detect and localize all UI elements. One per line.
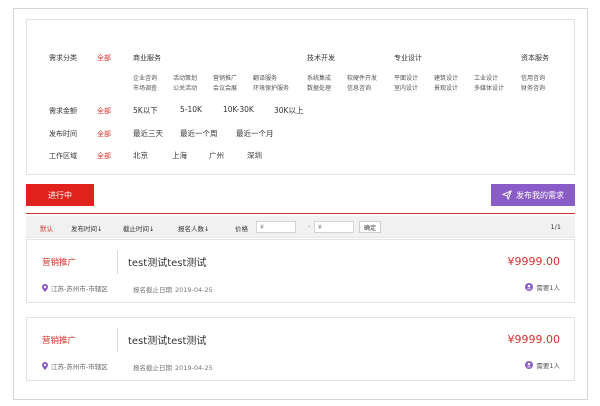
amount-option[interactable]: 10K-30K	[223, 105, 254, 114]
listing-title[interactable]: test测试test测试	[128, 254, 206, 269]
filter-category-all[interactable]: 全部	[97, 53, 111, 63]
filter-region-all[interactable]: 全部	[97, 151, 111, 161]
category-item[interactable]: 活动策划	[173, 73, 197, 82]
category-item[interactable]: 信用咨询	[521, 73, 545, 82]
sort-applicants[interactable]: 报名人数↓	[178, 223, 209, 233]
page-frame: 需求分类 全部 商业服务 企业咨询 活动策划 营销推广 翻译服务 市场调查 公关…	[13, 8, 588, 400]
category-item[interactable]: 系统集成	[307, 73, 331, 82]
price-label: 价格	[235, 225, 248, 233]
user-icon	[525, 361, 534, 369]
filter-label-category: 需求分类	[49, 54, 77, 62]
listing-need-text: 需要1人	[536, 284, 560, 292]
price-range-dash: -	[308, 223, 311, 230]
region-option[interactable]: 广州	[209, 150, 224, 161]
sort-bar: 默认 发布时间↓ 截止时间↓ 报名人数↓ 价格 - 确定 1/1	[26, 216, 575, 238]
region-option[interactable]: 深圳	[247, 150, 262, 161]
sort-deadline[interactable]: 截止时间↓	[123, 223, 154, 233]
listing-category: 营销推广	[42, 336, 77, 346]
listing-title[interactable]: test测试test测试	[128, 332, 206, 347]
listing-price: ¥9999.00	[507, 255, 561, 268]
category-group-capital[interactable]: 资本服务	[521, 53, 549, 63]
filter-label-region: 工作区域	[49, 152, 77, 160]
location-pin-icon	[42, 284, 48, 292]
category-item[interactable]: 翻译服务	[253, 73, 277, 82]
listing-location: 江苏-苏州市-市辖区	[42, 283, 108, 293]
filter-panel: 需求分类 全部 商业服务 企业咨询 活动策划 营销推广 翻译服务 市场调查 公关…	[26, 19, 575, 175]
category-item[interactable]: 平面设计	[394, 73, 418, 82]
listing-card[interactable]: 营销推广 test测试test测试 ¥9999.00 江苏-苏州市-市辖区 报名…	[26, 317, 575, 381]
category-group-tech[interactable]: 技术开发	[307, 53, 335, 63]
time-option[interactable]: 最近一个周	[180, 128, 218, 139]
region-option[interactable]: 北京	[133, 150, 148, 161]
category-group-design[interactable]: 专业设计	[394, 53, 422, 63]
listing-price: ¥9999.00	[507, 333, 561, 346]
category-item[interactable]: 信息咨询	[347, 83, 371, 92]
sort-publish-time-label: 发布时间	[71, 225, 97, 233]
category-item[interactable]: 财务咨询	[521, 83, 545, 92]
category-item[interactable]: 数据处理	[307, 83, 331, 92]
divider	[117, 328, 118, 352]
category-item[interactable]: 会议会展	[213, 83, 237, 92]
listing-need: 需要1人	[525, 360, 560, 370]
region-option[interactable]: 上海	[172, 150, 187, 161]
price-max-input[interactable]	[314, 221, 354, 233]
category-item[interactable]: 室内设计	[394, 83, 418, 92]
listing-deadline-label: 报名截止日期	[133, 286, 172, 294]
pagination-indicator: 1/1	[550, 223, 561, 231]
time-option[interactable]: 最近一个月	[236, 128, 274, 139]
publish-demand-label: 发布我的需求	[516, 190, 564, 200]
listing-card[interactable]: 营销推广 test测试test测试 ¥9999.00 江苏-苏州市-市辖区 报名…	[26, 239, 575, 303]
publish-demand-button[interactable]: 发布我的需求	[491, 184, 575, 206]
listing-deadline-label: 报名截止日期	[133, 364, 172, 372]
amount-option[interactable]: 30K以上	[274, 105, 303, 116]
price-min-input[interactable]	[256, 221, 296, 233]
user-icon	[525, 283, 534, 291]
category-item[interactable]: 建筑设计	[434, 73, 458, 82]
sort-arrow-icon: ↓	[97, 225, 103, 233]
category-item[interactable]: 公关活动	[173, 83, 197, 92]
location-pin-icon	[42, 362, 48, 370]
sort-applicants-label: 报名人数	[178, 225, 204, 233]
category-group-business[interactable]: 商业服务	[133, 53, 161, 63]
filter-time-all[interactable]: 全部	[97, 129, 111, 139]
listing-deadline: 报名截止日期 2019-04-25	[133, 362, 213, 372]
category-item[interactable]: 景观设计	[434, 83, 458, 92]
listing-location-text: 江苏-苏州市-市辖区	[51, 363, 108, 371]
listing-need-text: 需要1人	[536, 362, 560, 370]
listing-location-text: 江苏-苏州市-市辖区	[51, 285, 108, 293]
price-confirm-button[interactable]: 确定	[359, 221, 381, 233]
tab-bar: 进行中 发布我的需求	[26, 184, 575, 214]
category-item[interactable]: 市场调查	[133, 83, 157, 92]
amount-option[interactable]: 5K以下	[133, 105, 158, 116]
sort-default[interactable]: 默认	[40, 223, 53, 233]
amount-option[interactable]: 5-10K	[180, 105, 202, 114]
tab-in-progress[interactable]: 进行中	[26, 184, 94, 206]
listing-location: 江苏-苏州市-市辖区	[42, 361, 108, 371]
filter-amount-all[interactable]: 全部	[97, 106, 111, 116]
listing-deadline: 报名截止日期 2019-04-25	[133, 284, 213, 294]
category-item[interactable]: 企业咨询	[133, 73, 157, 82]
category-item[interactable]: 营销推广	[213, 73, 237, 82]
time-option[interactable]: 最近三天	[133, 128, 163, 139]
category-item[interactable]: 多媒体设计	[474, 83, 504, 92]
listing-deadline-date: 2019-04-25	[175, 286, 213, 294]
sort-arrow-icon: ↓	[204, 225, 210, 233]
listing-need: 需要1人	[525, 282, 560, 292]
sort-arrow-icon: ↓	[149, 225, 155, 233]
listing-category: 营销推广	[42, 258, 77, 268]
send-icon	[502, 190, 512, 200]
listing-deadline-date: 2019-04-25	[175, 364, 213, 372]
filter-label-amount: 需求金额	[49, 107, 77, 115]
filter-label-time: 发布时间	[49, 130, 77, 138]
category-item[interactable]: 软硬件开发	[347, 73, 377, 82]
category-item[interactable]: 工业设计	[474, 73, 498, 82]
sort-deadline-label: 截止时间	[123, 225, 149, 233]
sort-publish-time[interactable]: 发布时间↓	[71, 223, 102, 233]
category-item[interactable]: 环境保护服务	[253, 83, 289, 92]
divider	[117, 250, 118, 274]
